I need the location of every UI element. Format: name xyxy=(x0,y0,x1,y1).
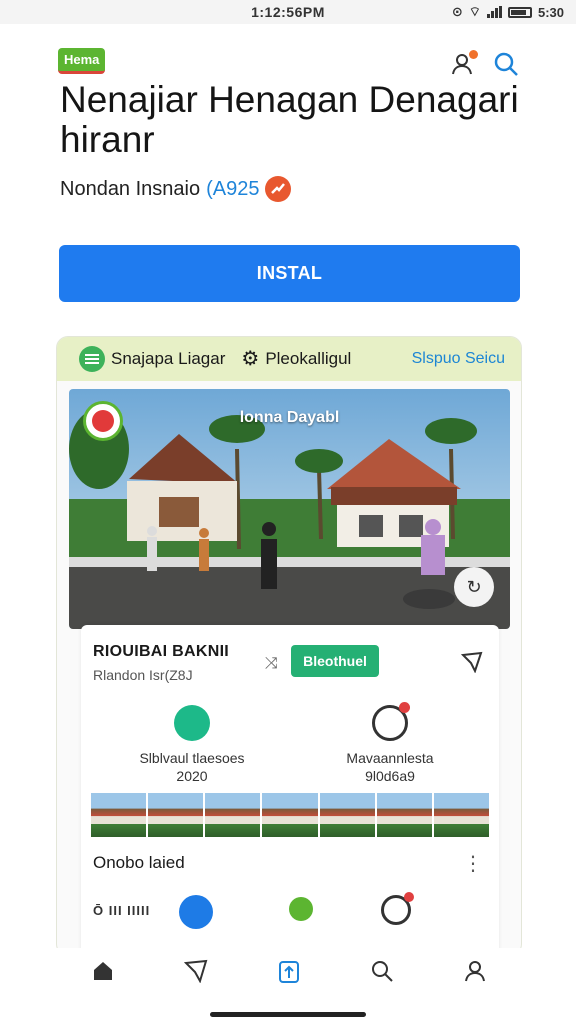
page-subtitle: Nondan Insnaio (A925 xyxy=(60,176,292,202)
install-button[interactable]: INSTAL xyxy=(59,245,520,302)
page-title: Nenajiar Henagan Denagari hiranr xyxy=(60,79,519,160)
status-bar: 1:12:56PM ⊙ ⌔ 5:30 xyxy=(0,0,576,24)
top-actions xyxy=(450,50,520,78)
status-clock-right: 5:30 xyxy=(537,4,564,20)
alarm-icon: ⊙ xyxy=(451,4,463,19)
signal-icon xyxy=(486,6,502,18)
app-badge: Hema xyxy=(58,48,106,74)
subtitle-year: (A925 xyxy=(206,177,260,200)
place-name: RIOUIBAI BAKNII xyxy=(93,643,230,660)
upload-icon[interactable] xyxy=(269,951,309,991)
profile-icon[interactable] xyxy=(455,951,495,991)
detail-button[interactable]: Bleothuel xyxy=(291,645,379,677)
place-location: Rlandon Isr(Z8J xyxy=(93,667,193,683)
thumbnail[interactable] xyxy=(148,793,204,837)
header-left-label: Snajapa Liagar xyxy=(111,349,226,368)
status-icons: ⊙ ⌔ 5:30 xyxy=(452,4,564,20)
shuffle-icon[interactable]: ⤨ xyxy=(265,655,278,673)
header-mid-label: Pleokalligul xyxy=(265,349,352,368)
share-icon[interactable] xyxy=(460,651,483,678)
message-icon[interactable] xyxy=(179,895,213,929)
search-icon[interactable] xyxy=(492,50,520,78)
thumbnail[interactable] xyxy=(319,793,375,837)
stat-visits[interactable]: Mavaannlesta 9l0d6a9 xyxy=(315,702,465,785)
home-icon[interactable] xyxy=(83,951,123,991)
gear-icon: ⚙ xyxy=(241,348,260,370)
subtitle-text: Nondan Insnaio xyxy=(60,177,201,200)
thumbnail-strip[interactable] xyxy=(91,793,489,837)
header-item-left[interactable]: Snajapa Liagar xyxy=(79,346,225,372)
thumbnail[interactable] xyxy=(205,793,261,837)
chat-icon xyxy=(174,705,210,741)
hero-photo[interactable]: lonna Dayabl ↻ xyxy=(69,389,510,629)
history-icon[interactable] xyxy=(381,892,414,925)
rotate-icon[interactable]: ↻ xyxy=(454,567,494,607)
home-indicator xyxy=(210,1012,366,1017)
user-icon[interactable] xyxy=(450,50,478,78)
list-icon xyxy=(79,346,105,372)
notification-dot xyxy=(469,50,478,59)
stat-reviews[interactable]: Slblvaul tlaesoes 2020 xyxy=(117,705,267,785)
stat-visits-value: 9l0d6a9 xyxy=(365,768,415,784)
more-icon[interactable]: ⋮ xyxy=(463,851,483,876)
action-row: Ō III IIIII xyxy=(93,892,489,931)
photo-caption: lonna Dayabl xyxy=(239,409,340,426)
stat-reviews-label: Slblvaul tlaesoes xyxy=(139,750,245,766)
header-item-mid[interactable]: ⚙ Pleokalligul xyxy=(241,349,351,369)
thumbnail[interactable] xyxy=(91,793,147,837)
camera-icon[interactable]: Ō III IIIII xyxy=(93,903,150,918)
thumbnail[interactable] xyxy=(433,793,489,837)
section-label: Onobo laied xyxy=(93,853,185,872)
stat-visits-label: Mavaannlesta xyxy=(346,750,434,766)
listing-card: Snajapa Liagar ⚙ Pleokalligul Slspuo Sei… xyxy=(56,336,522,956)
card-header: Snajapa Liagar ⚙ Pleokalligul Slspuo Sei… xyxy=(57,337,521,381)
thumbnail[interactable] xyxy=(262,793,318,837)
clock-icon xyxy=(372,702,410,741)
wifi-icon: ⌔ xyxy=(468,4,481,19)
header-link[interactable]: Slspuo Seicu xyxy=(412,350,505,368)
search-nav-icon[interactable] xyxy=(362,951,402,991)
send-icon[interactable] xyxy=(176,951,216,991)
stat-reviews-value: 2020 xyxy=(176,768,208,784)
bottom-nav xyxy=(56,948,522,994)
thumbnail[interactable] xyxy=(376,793,432,837)
details-panel: RIOUIBAI BAKNII Rlandon Isr(Z8J ⤨ Bleoth… xyxy=(81,625,499,955)
trend-icon xyxy=(265,176,292,202)
check-icon[interactable] xyxy=(289,897,313,921)
battery-icon xyxy=(507,6,532,18)
